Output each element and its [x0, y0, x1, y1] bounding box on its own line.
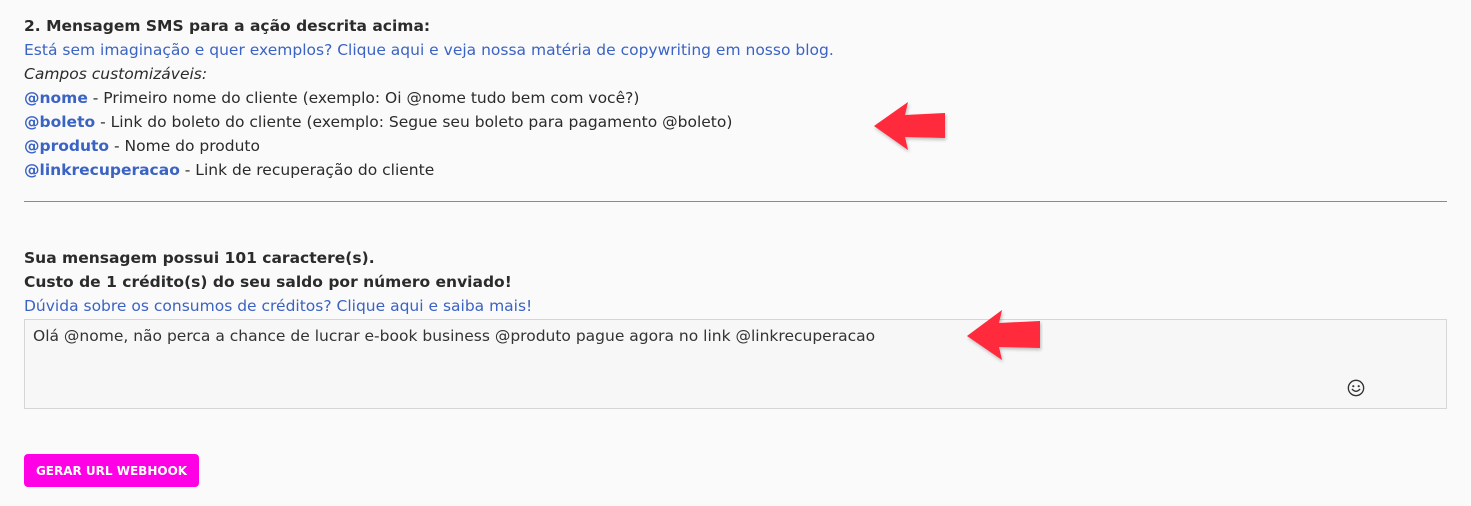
custom-field-name: @boleto — [24, 113, 96, 131]
arrow-left-icon — [967, 310, 1040, 360]
char-count-text: Sua mensagem possui 101 caractere(s). — [24, 249, 375, 267]
custom-field-name: @nome — [24, 89, 88, 107]
custom-field-description: - Primeiro nome do cliente (exemplo: Oi … — [87, 89, 640, 107]
custom-fields-label: Campos customizáveis: — [24, 65, 208, 83]
sms-message-value: Olá @nome, não perca a chance de lucrar … — [33, 327, 876, 345]
credits-help-link[interactable]: Dúvida sobre os consumos de créditos? Cl… — [24, 294, 1447, 318]
section-heading: 2. Mensagem SMS para a ação descrita aci… — [24, 17, 431, 35]
custom-field-item-boleto: @boleto - Link do boleto do cliente (exe… — [24, 110, 1447, 134]
custom-field-description: - Link de recuperação do cliente — [179, 161, 435, 179]
copywriting-link[interactable]: Está sem imaginação e quer exemplos? Cli… — [24, 38, 1447, 62]
generate-webhook-url-button[interactable]: GERAR URL WEBHOOK — [24, 454, 199, 487]
custom-field-item-linkrecuperacao: @linkrecuperacao - Link de recuperação d… — [24, 158, 1447, 182]
message-info: Sua mensagem possui 101 caractere(s). Cu… — [24, 246, 1447, 318]
custom-field-item-produto: @produto - Nome do produto — [24, 134, 1447, 158]
smiley-icon[interactable] — [1347, 379, 1365, 397]
arrow-left-icon — [874, 102, 945, 150]
custom-field-name: @produto — [24, 137, 110, 155]
sms-section: 2. Mensagem SMS para a ação descrita aci… — [24, 14, 1447, 182]
custom-field-item-nome: @nome - Primeiro nome do cliente (exempl… — [24, 86, 1447, 110]
section-divider — [24, 201, 1447, 202]
custom-field-name: @linkrecuperacao — [24, 161, 180, 179]
custom-field-description: - Link do boleto do cliente (exemplo: Se… — [95, 113, 733, 131]
custom-field-description: - Nome do produto — [109, 137, 260, 155]
sms-message-input[interactable]: Olá @nome, não perca a chance de lucrar … — [24, 319, 1447, 409]
cost-text: Custo de 1 crédito(s) do seu saldo por n… — [24, 273, 512, 291]
